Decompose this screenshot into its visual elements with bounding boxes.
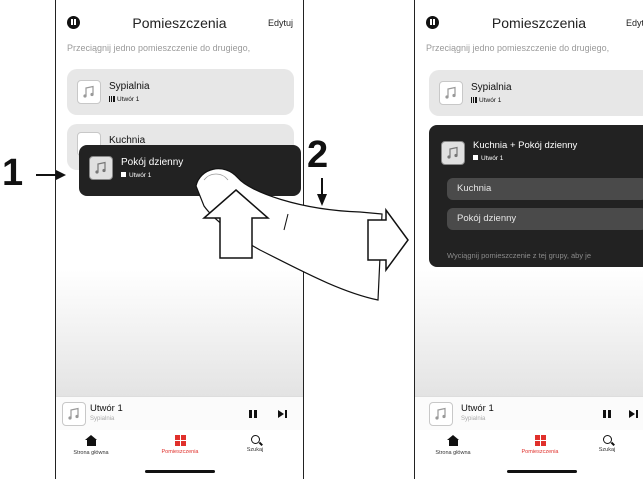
instruction-illustration: Pomieszczenia Edytuj Przeciągnij jedno p… — [0, 0, 643, 479]
arrow-down-icon — [317, 178, 327, 206]
step-2-number: 2 — [307, 134, 329, 176]
arrow-right-icon — [36, 170, 66, 180]
annotation-overlay — [36, 168, 409, 301]
